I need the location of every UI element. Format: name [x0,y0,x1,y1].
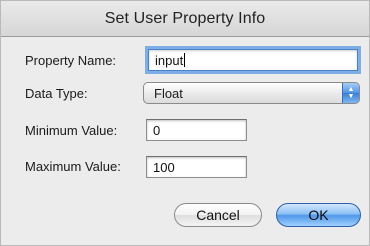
minimum-value-text: 0 [153,123,161,138]
minimum-value-label: Minimum Value: [25,123,118,138]
minimum-value-input[interactable]: 0 [146,119,247,141]
ok-button[interactable]: OK [276,203,361,227]
text-caret [184,53,186,67]
data-type-select[interactable]: Float ▲ ▼ [143,82,360,104]
property-name-label: Property Name: [25,53,117,68]
data-type-selected: Float [154,86,183,101]
title-bar[interactable]: Set User Property Info [1,1,369,37]
property-name-input[interactable]: input [148,49,358,71]
maximum-value-input[interactable]: 100 [146,156,247,178]
set-user-property-dialog: Set User Property Info Property Name: in… [0,0,370,246]
maximum-value-label: Maximum Value: [25,159,121,174]
property-name-value: input [155,53,184,68]
dialog-title: Set User Property Info [104,9,266,27]
cancel-button[interactable]: Cancel [174,203,262,227]
maximum-value-text: 100 [153,160,175,175]
data-type-label: Data Type: [25,86,88,101]
up-down-arrows-icon: ▲ ▼ [342,83,359,103]
